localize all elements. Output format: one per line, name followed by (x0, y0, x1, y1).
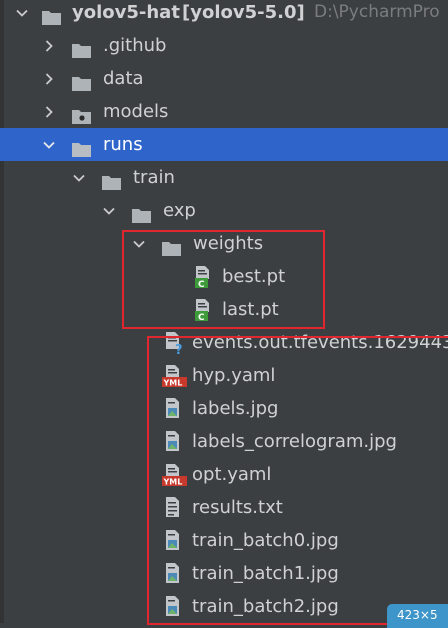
tree-item-label: train (133, 167, 175, 188)
chevron-right-icon[interactable] (43, 62, 55, 95)
root-folder-name: yolov5-hat (72, 2, 180, 23)
folder-icon (102, 169, 122, 190)
highlight-box-weights (122, 230, 325, 329)
folder-icon (72, 70, 92, 91)
chevron-down-icon[interactable] (43, 128, 55, 161)
chevron-down-icon[interactable] (16, 0, 28, 29)
tree-item-exp[interactable]: exp (0, 194, 448, 227)
root-folder-path: D:\PycharmPro (314, 2, 440, 22)
tree-item-models[interactable]: models (0, 95, 448, 128)
chevron-right-icon[interactable] (43, 95, 55, 128)
module-folder-icon (72, 103, 92, 124)
tree-item-label: runs (103, 134, 143, 155)
tree-item-train[interactable]: train (0, 161, 448, 194)
folder-icon (42, 4, 62, 25)
tree-item-label: exp (163, 200, 196, 221)
tree-item-label: models (103, 101, 169, 122)
folder-icon (72, 37, 92, 58)
chevron-right-icon[interactable] (43, 29, 55, 62)
size-badge: 423×5 (387, 604, 448, 628)
tree-item-label: data (103, 68, 144, 89)
folder-icon (72, 136, 92, 157)
highlight-box-exp-files (147, 336, 448, 625)
root-module-name: [yolov5-5.0] (182, 2, 305, 23)
chevron-down-icon[interactable] (103, 194, 115, 227)
folder-icon (132, 202, 152, 223)
tree-root[interactable]: yolov5-hat [yolov5-5.0] D:\PycharmPro (0, 0, 448, 29)
tree-item-label: .github (103, 35, 167, 56)
tree-item-github[interactable]: .github (0, 29, 448, 62)
tree-item-data[interactable]: data (0, 62, 448, 95)
chevron-down-icon[interactable] (73, 161, 85, 194)
tree-item-runs[interactable]: runs (0, 128, 448, 161)
